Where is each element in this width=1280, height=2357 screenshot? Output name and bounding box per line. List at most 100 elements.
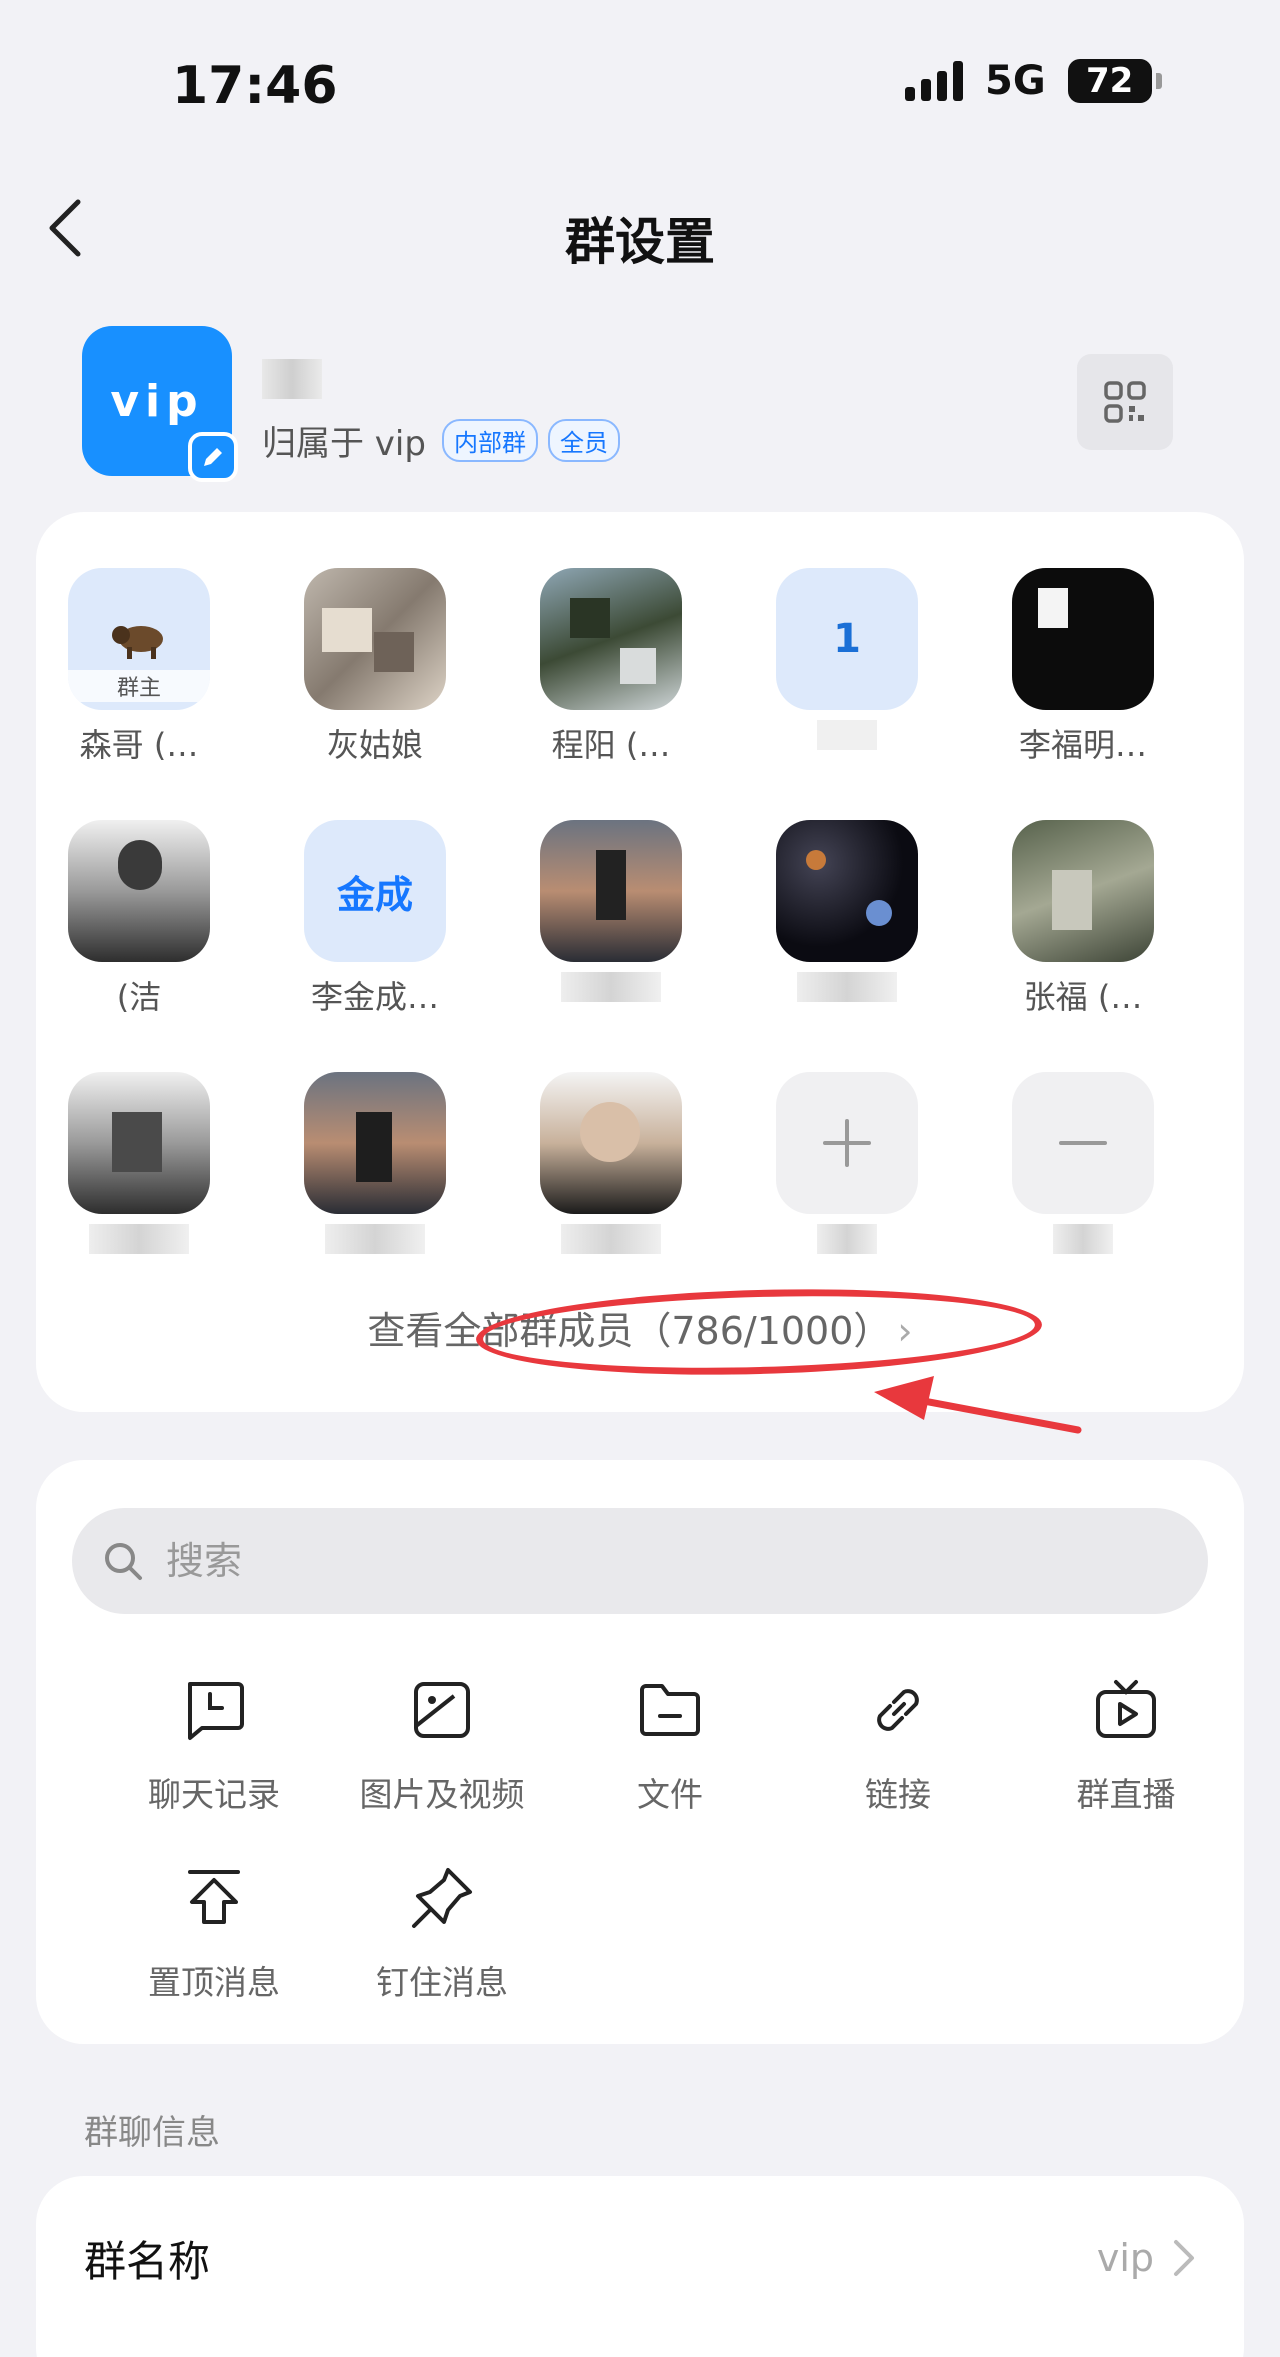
chat-history-icon <box>188 1682 244 1740</box>
member-name: 李金成… <box>310 978 439 1012</box>
avatar: 1 <box>776 568 918 710</box>
tool-files[interactable]: 文件 <box>556 1676 784 1816</box>
tool-label: 聊天记录 <box>148 1775 280 1814</box>
status-time: 17:46 <box>172 56 338 116</box>
qr-code-button[interactable] <box>1077 354 1173 450</box>
image-icon <box>414 1682 470 1738</box>
tool-label: 图片及视频 <box>359 1775 525 1814</box>
avatar <box>1012 820 1154 962</box>
avatar <box>540 568 682 710</box>
avatar: 群主 <box>68 568 210 710</box>
edit-avatar-button[interactable] <box>188 432 238 482</box>
qr-code-icon <box>1104 381 1146 423</box>
avatar-text: 金成 <box>336 872 413 917</box>
tool-chat-history[interactable]: 聊天记录 <box>100 1676 328 1816</box>
search-bar[interactable] <box>72 1508 1208 1614</box>
group-name-row[interactable]: 群名称 vip <box>36 2176 1244 2340</box>
avatar <box>304 1072 446 1214</box>
avatar <box>304 568 446 710</box>
section-title: 群聊信息 <box>84 2113 220 2153</box>
member-item[interactable]: 灰姑娘 <box>300 568 450 760</box>
network-type: 5G <box>985 58 1046 104</box>
members-card: 群主 森哥 (… 灰姑娘 程阳 (… 1 李福明… (洁 金成 李金成… 张福 … <box>36 512 1244 1412</box>
member-item[interactable] <box>300 1072 450 1264</box>
tool-pinned-messages[interactable]: 钉住消息 <box>328 1864 556 2004</box>
member-name <box>772 972 922 1012</box>
pin-top-icon <box>188 1870 240 1924</box>
member-name <box>64 1224 214 1264</box>
member-item[interactable]: 程阳 (… <box>536 568 686 760</box>
member-item[interactable] <box>64 1072 214 1264</box>
member-name: 程阳 (… <box>551 726 671 760</box>
member-item[interactable]: 金成 李金成… <box>300 820 450 1012</box>
member-item[interactable]: 群主 森哥 (… <box>64 568 214 760</box>
group-header: vip 归属于 vip 内部群 全员 <box>82 326 1212 482</box>
member-item[interactable] <box>536 1072 686 1264</box>
member-name: 张福 (… <box>1023 978 1143 1012</box>
avatar-text: 1 <box>833 616 861 662</box>
group-owner-row: 归属于 vip 内部群 全员 <box>262 416 620 465</box>
page-title: 群设置 <box>565 213 715 271</box>
live-tv-icon <box>1096 1680 1156 1738</box>
bison-icon <box>112 626 163 659</box>
status-indicators: 5G 72 <box>905 58 1162 104</box>
status-bar: 17:46 5G 72 <box>0 0 1280 160</box>
member-item[interactable] <box>536 820 686 1012</box>
group-avatar-text: vip <box>110 375 204 427</box>
folder-icon <box>640 1684 700 1736</box>
member-name: 李福明… <box>1018 726 1147 760</box>
tool-group-live[interactable]: 群直播 <box>1012 1676 1240 1816</box>
member-item[interactable]: 李福明… <box>1008 568 1158 760</box>
tag-internal: 内部群 <box>441 419 538 462</box>
add-member-button[interactable] <box>772 1072 922 1264</box>
tool-label: 置顶消息 <box>148 1963 280 2002</box>
search-icon <box>105 1543 142 1580</box>
avatar <box>776 820 918 962</box>
remove-member-button[interactable] <box>1008 1072 1158 1264</box>
member-name <box>772 720 922 760</box>
tool-links[interactable]: 链接 <box>784 1676 1012 1816</box>
group-name[interactable] <box>262 354 322 400</box>
tool-pinned-top[interactable]: 置顶消息 <box>100 1864 328 2004</box>
battery-icon: 72 <box>1067 59 1162 103</box>
member-name <box>536 1224 686 1264</box>
annotation-arrow-icon <box>874 1376 1082 1434</box>
tool-label: 钉住消息 <box>376 1963 508 2002</box>
group-name-value: vip <box>1096 2236 1154 2280</box>
owner-text: 归属于 vip <box>262 424 426 464</box>
avatar <box>540 1072 682 1214</box>
tool-images-videos[interactable]: 图片及视频 <box>328 1676 556 1816</box>
group-info-card: 群名称 vip <box>36 2176 1244 2357</box>
nav-bar: 群设置 <box>0 160 1280 290</box>
tools-card: 聊天记录 图片及视频 文件 链接 群直播 <box>36 1460 1244 2044</box>
owner-badge: 群主 <box>68 670 210 702</box>
search-input[interactable] <box>166 1539 1066 1583</box>
chevron-right-icon <box>1174 2240 1194 2276</box>
member-item[interactable]: 1 <box>772 568 922 760</box>
avatar <box>776 1072 918 1214</box>
link-icon <box>877 1689 919 1731</box>
tool-label: 链接 <box>865 1775 931 1814</box>
member-name: 灰姑娘 <box>326 726 423 760</box>
member-name: (洁 <box>116 978 162 1012</box>
battery-level: 72 <box>1086 61 1134 101</box>
pushpin-icon <box>412 1868 472 1928</box>
group-name-redacted <box>262 359 322 399</box>
avatar <box>1012 568 1154 710</box>
member-name <box>300 1224 450 1264</box>
tag-all-members: 全员 <box>547 419 620 462</box>
member-item[interactable] <box>772 820 922 1012</box>
avatar <box>68 1072 210 1214</box>
minus-icon <box>1059 1141 1107 1145</box>
member-item[interactable]: 张福 (… <box>1008 820 1158 1012</box>
member-name <box>536 972 686 1012</box>
member-item[interactable]: (洁 <box>64 820 214 1012</box>
member-name <box>1008 1224 1158 1264</box>
signal-icon <box>905 61 963 101</box>
pencil-icon <box>204 448 222 466</box>
avatar <box>1012 1072 1154 1214</box>
avatar <box>540 820 682 962</box>
avatar <box>68 820 210 962</box>
member-name <box>772 1224 922 1264</box>
tool-label: 文件 <box>637 1775 703 1814</box>
